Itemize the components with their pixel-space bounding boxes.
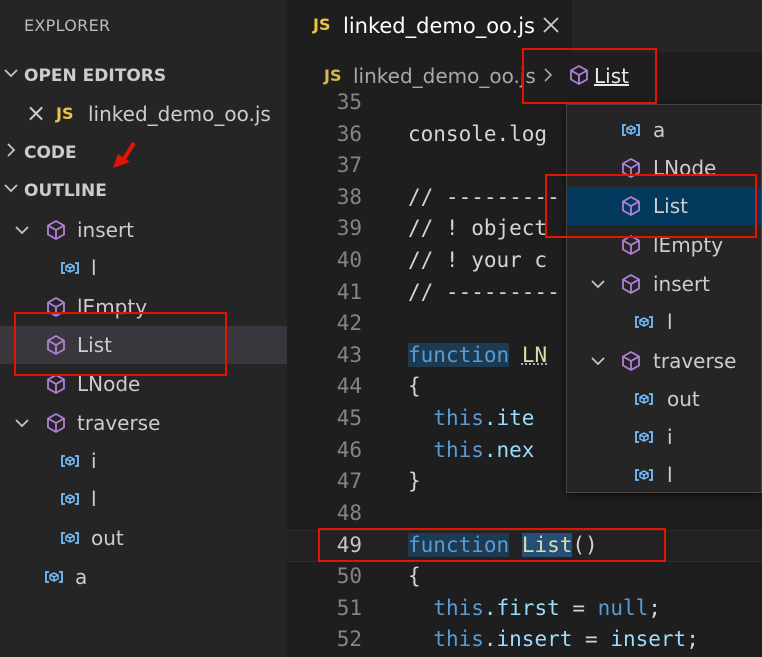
code-line: 51 this.first = null; <box>336 595 661 620</box>
chevron-down-icon <box>2 64 20 82</box>
variable-icon <box>633 311 655 333</box>
js-file-icon: JS <box>324 66 342 85</box>
close-icon[interactable] <box>541 15 561 35</box>
dropdown-item-out[interactable]: out <box>567 380 761 418</box>
tab-linked-demo[interactable]: JS linked_demo_oo.js <box>287 0 572 52</box>
dropdown-item-traverse[interactable]: traverse <box>567 342 761 380</box>
chevron-down-icon <box>2 179 20 197</box>
tab-bar: JS linked_demo_oo.js <box>287 0 762 52</box>
annotation-box-sidebar <box>14 312 227 376</box>
outline-item-i[interactable]: i <box>0 442 287 480</box>
chevron-down-icon[interactable] <box>13 414 31 432</box>
chevron-down-icon[interactable] <box>13 221 31 239</box>
dropdown-item-a[interactable]: a <box>567 111 761 149</box>
method-icon <box>45 219 67 241</box>
annotation-box-code <box>318 528 666 562</box>
code-line: 48 <box>336 500 362 525</box>
breadcrumb-file[interactable]: linked_demo_oo.js <box>353 64 536 88</box>
outline-item-traverse[interactable]: traverse <box>0 404 287 442</box>
breadcrumb-symbol-dropdown: a LNode List lEmpty insert l traverse ou… <box>566 104 762 493</box>
variable-icon <box>620 119 642 141</box>
chevron-right-icon <box>2 141 20 159</box>
explorer-title: EXPLORER <box>24 16 111 35</box>
open-editors-header[interactable]: OPEN EDITORS <box>0 58 287 94</box>
variable-icon <box>59 488 81 510</box>
js-file-icon: JS <box>56 104 74 123</box>
explorer-sidebar: EXPLORER OPEN EDITORS × JS linked_demo_o… <box>0 0 287 657</box>
method-icon <box>620 350 642 372</box>
method-icon <box>620 273 642 295</box>
annotation-box-breadcrumb <box>522 48 657 104</box>
dropdown-item-l[interactable]: l <box>567 303 761 341</box>
dropdown-item-insert[interactable]: insert <box>567 265 761 303</box>
variable-icon <box>59 527 81 549</box>
dropdown-item-l[interactable]: l <box>567 456 761 494</box>
variable-icon <box>43 566 65 588</box>
dropdown-item-i[interactable]: i <box>567 418 761 456</box>
outline-item-out[interactable]: out <box>0 519 287 557</box>
outline-item-a[interactable]: a <box>0 558 287 596</box>
code-line: 52 this.insert = insert; <box>336 627 699 652</box>
variable-icon <box>633 388 655 410</box>
variable-icon <box>633 426 655 448</box>
red-arrow-annotation-icon <box>113 141 136 168</box>
outline-section-header[interactable]: OUTLINE <box>0 173 287 209</box>
method-icon <box>45 412 67 434</box>
variable-icon <box>633 464 655 486</box>
code-section-header[interactable]: CODE <box>0 135 287 171</box>
open-editor-filename: linked_demo_oo.js <box>88 102 271 126</box>
variable-icon <box>59 450 81 472</box>
code-line: 50{ <box>336 564 421 588</box>
chevron-down-icon[interactable] <box>589 275 607 293</box>
annotation-box-dropdown <box>545 174 757 238</box>
open-editor-item[interactable]: × JS linked_demo_oo.js <box>0 95 287 133</box>
method-icon <box>45 373 67 395</box>
variable-icon <box>59 257 81 279</box>
outline-item-l[interactable]: l <box>0 480 287 518</box>
outline-item-insert[interactable]: insert <box>0 211 287 249</box>
js-file-icon: JS <box>313 15 331 34</box>
tab-label: linked_demo_oo.js <box>343 14 535 38</box>
outline-item-l[interactable]: l <box>0 249 287 287</box>
chevron-down-icon[interactable] <box>589 352 607 370</box>
close-icon[interactable]: × <box>26 99 46 127</box>
